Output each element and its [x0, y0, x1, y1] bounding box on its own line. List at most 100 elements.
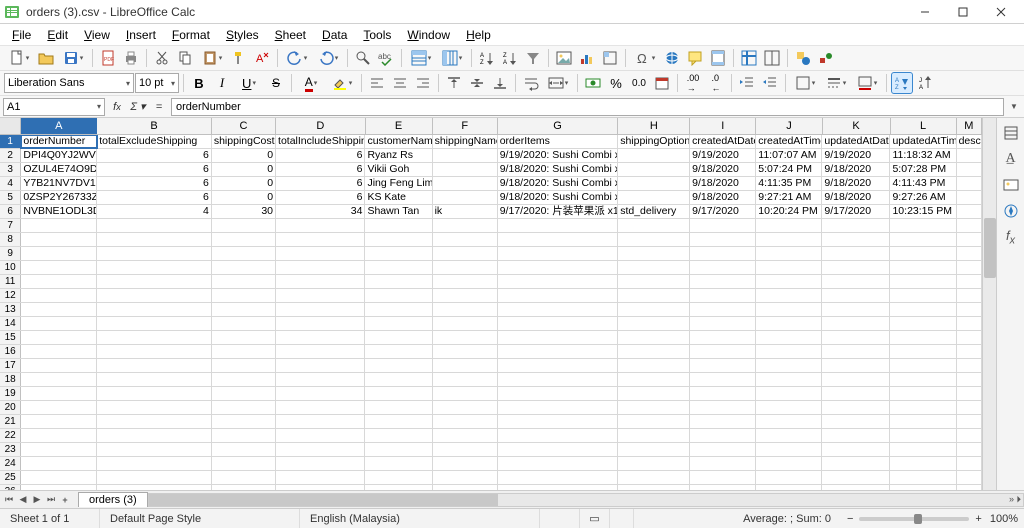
menu-format[interactable]: Format	[164, 26, 218, 44]
cell[interactable]	[433, 387, 498, 400]
column-header-L[interactable]: L	[891, 118, 957, 134]
cell[interactable]: 6	[97, 149, 212, 162]
cell[interactable]	[690, 331, 756, 344]
conditional-format-button[interactable]: JA	[914, 72, 936, 94]
cell[interactable]: 6	[97, 177, 212, 190]
cell[interactable]: Y7B21NV7DV13	[21, 177, 97, 190]
cell[interactable]	[498, 415, 618, 428]
cell[interactable]	[618, 429, 690, 442]
cell[interactable]	[957, 443, 982, 456]
cell[interactable]	[212, 471, 276, 484]
cell[interactable]	[756, 275, 822, 288]
cell[interactable]	[890, 457, 956, 470]
border-style-button[interactable]	[821, 72, 851, 94]
cell[interactable]	[97, 471, 212, 484]
column-header-E[interactable]: E	[366, 118, 433, 134]
cell[interactable]	[822, 219, 890, 232]
autofilter-button[interactable]	[522, 47, 544, 69]
cell[interactable]	[21, 289, 97, 302]
column-header-D[interactable]: D	[276, 118, 365, 134]
cell[interactable]: 9/18/2020	[822, 177, 890, 190]
autofilter-toolbar-button[interactable]: AZ	[891, 72, 913, 94]
cell[interactable]	[21, 261, 97, 274]
cell[interactable]	[957, 317, 982, 330]
cell[interactable]	[212, 219, 276, 232]
cell[interactable]	[756, 303, 822, 316]
cell[interactable]	[433, 219, 498, 232]
cell[interactable]	[365, 359, 432, 372]
cell[interactable]	[276, 429, 365, 442]
cell[interactable]: 9/18/2020	[822, 191, 890, 204]
cell[interactable]	[957, 303, 982, 316]
cell[interactable]	[212, 415, 276, 428]
column-header-H[interactable]: H	[618, 118, 690, 134]
cell[interactable]	[618, 177, 690, 190]
vertical-scrollbar[interactable]	[982, 118, 996, 490]
row-header[interactable]: 24	[0, 457, 21, 470]
cell[interactable]	[756, 457, 822, 470]
cell[interactable]	[97, 261, 212, 274]
cell[interactable]	[276, 373, 365, 386]
cell[interactable]	[756, 317, 822, 330]
cell[interactable]	[618, 219, 690, 232]
column-header-C[interactable]: C	[212, 118, 276, 134]
cell[interactable]	[276, 485, 365, 490]
cell[interactable]: 4	[97, 205, 212, 218]
cell[interactable]	[890, 289, 956, 302]
cell[interactable]: 6	[276, 149, 365, 162]
cell[interactable]	[618, 261, 690, 274]
cell[interactable]	[890, 429, 956, 442]
cell[interactable]	[822, 275, 890, 288]
cell[interactable]	[618, 387, 690, 400]
cell[interactable]: 9/17/2020	[690, 205, 756, 218]
cell[interactable]	[690, 233, 756, 246]
sum-button[interactable]: Σ ▾	[129, 98, 147, 116]
cell[interactable]	[21, 429, 97, 442]
cell[interactable]	[21, 303, 97, 316]
currency-button[interactable]	[582, 72, 604, 94]
cell[interactable]	[957, 205, 982, 218]
cell[interactable]	[365, 261, 432, 274]
cell[interactable]	[21, 401, 97, 414]
cell[interactable]: 9/18/2020	[690, 163, 756, 176]
cell[interactable]: 0ZSP2Y26733Z	[21, 191, 97, 204]
row-header[interactable]: 1	[0, 135, 21, 148]
cell[interactable]: 0	[212, 149, 276, 162]
cell[interactable]: createdAtDate	[690, 135, 756, 148]
add-decimal-button[interactable]: .00→	[682, 72, 704, 94]
cell[interactable]	[957, 471, 982, 484]
row-header[interactable]: 25	[0, 471, 21, 484]
sidebar-navigator-icon[interactable]	[1000, 200, 1022, 222]
column-header-G[interactable]: G	[498, 118, 619, 134]
status-language[interactable]: English (Malaysia)	[300, 509, 540, 528]
column-header-F[interactable]: F	[433, 118, 498, 134]
cell[interactable]	[957, 387, 982, 400]
cell[interactable]	[618, 163, 690, 176]
cell[interactable]	[276, 471, 365, 484]
equals-button[interactable]: =	[150, 98, 168, 116]
cell[interactable]	[21, 443, 97, 456]
show-draw-button[interactable]	[815, 47, 837, 69]
cell[interactable]	[212, 289, 276, 302]
cell[interactable]: 4:11:43 PM	[890, 177, 956, 190]
align-left-button[interactable]	[366, 72, 388, 94]
cell[interactable]: 11:07:07 AM	[756, 149, 822, 162]
menu-view[interactable]: View	[76, 26, 118, 44]
cell[interactable]	[365, 471, 432, 484]
cell[interactable]	[97, 233, 212, 246]
cell[interactable]	[618, 331, 690, 344]
column-button[interactable]	[437, 47, 467, 69]
cell[interactable]	[618, 415, 690, 428]
cell[interactable]: customerName	[365, 135, 432, 148]
cell[interactable]	[822, 359, 890, 372]
cell[interactable]	[276, 219, 365, 232]
cell[interactable]	[433, 233, 498, 246]
cell[interactable]	[97, 429, 212, 442]
cell[interactable]	[690, 373, 756, 386]
cell[interactable]	[618, 275, 690, 288]
cell[interactable]	[890, 415, 956, 428]
paste-button[interactable]	[197, 47, 227, 69]
cell[interactable]: 9/19/2020	[690, 149, 756, 162]
cell[interactable]: 5:07:28 PM	[890, 163, 956, 176]
column-header-M[interactable]: M	[957, 118, 982, 134]
